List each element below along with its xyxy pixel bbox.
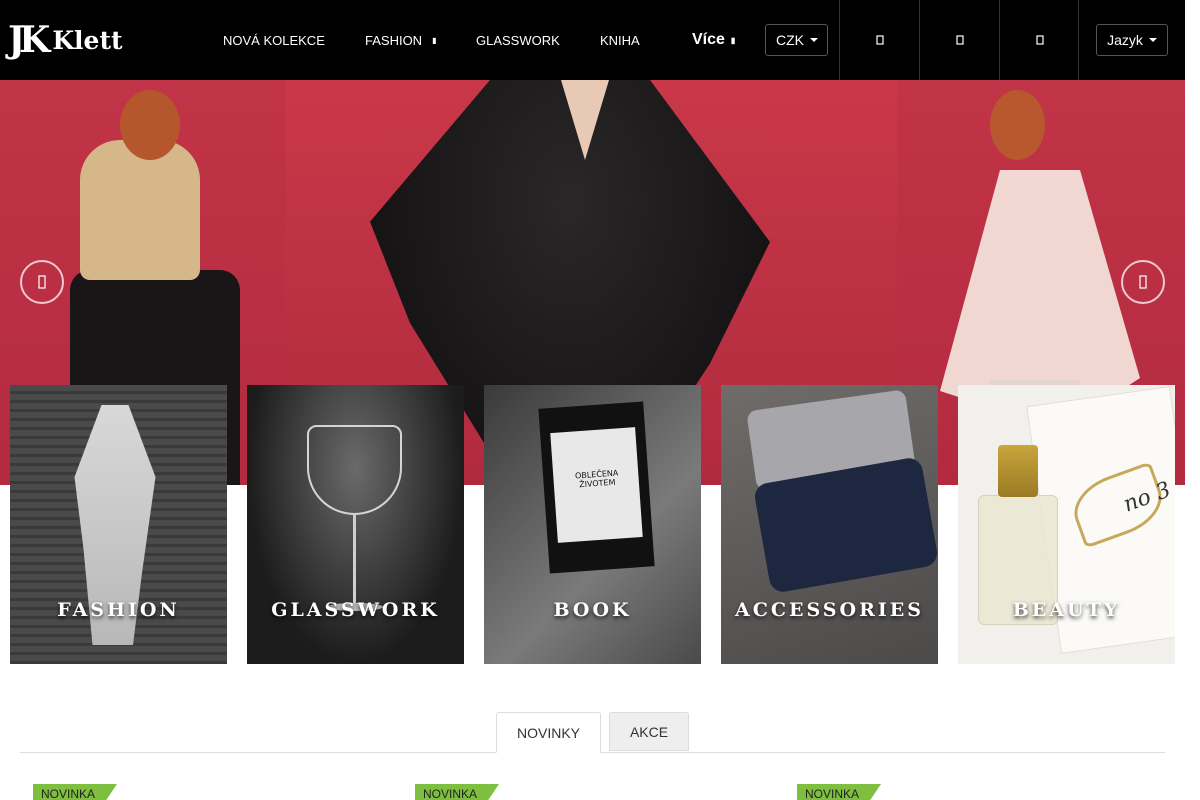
tab-novinky[interactable]: NOVINKY (496, 712, 601, 753)
logo-word: Klett (52, 25, 123, 55)
nav-item-kniha[interactable]: KNIHA (600, 0, 640, 80)
hero-model-left-hair (120, 90, 180, 160)
user-icon (955, 35, 964, 45)
hero-model-left-jacket (80, 140, 200, 280)
perfume-cap (998, 445, 1038, 497)
nav-more-dropdown[interactable]: Více ▮ (692, 0, 735, 80)
cart-icon (1035, 35, 1044, 45)
slider-prev-button[interactable] (20, 260, 64, 304)
tile-label: BOOK (553, 599, 632, 621)
cart-button[interactable] (999, 0, 1079, 80)
tab-label: NOVINKY (516, 724, 580, 741)
chevron-down-icon: ▮ (730, 35, 736, 45)
category-tile-beauty[interactable]: no 3 BEAUTY (958, 385, 1175, 664)
tab-akce[interactable]: AKCE (609, 712, 689, 751)
language-cell: Jazyk (1078, 0, 1185, 80)
novinka-badge: NOVINKA (797, 784, 882, 800)
tab-label: AKCE (629, 723, 669, 740)
search-button[interactable] (839, 0, 919, 80)
logo-mark: JK (8, 19, 50, 61)
language-value: Jazyk (1107, 32, 1143, 48)
novinka-badge: NOVINKA (415, 784, 500, 800)
nav-more-label: Více (692, 31, 725, 48)
chevron-right-icon (1139, 275, 1147, 289)
novinka-badge: NOVINKA (33, 784, 118, 800)
language-select[interactable]: Jazyk (1096, 24, 1168, 56)
site-header: JK Klett NOVÁ KOLEKCE FASHION ▮ GLASSWOR… (0, 0, 1185, 80)
tile-label: ACCESSORIES (735, 599, 924, 621)
tile-label: BEAUTY (1012, 599, 1121, 621)
hero-model-right-hair (990, 90, 1045, 160)
caret-down-icon (810, 38, 818, 42)
caret-down-icon (1148, 38, 1157, 42)
brand-logo[interactable]: JK Klett (8, 20, 138, 60)
currency-value: CZK (776, 32, 804, 48)
nav-item-label: KNIHA (600, 32, 640, 48)
nav-item-label: FASHION (365, 32, 423, 48)
category-tile-glasswork[interactable]: GLASSWORK (247, 385, 464, 664)
nav-item-label: NOVÁ KOLEKCE (223, 32, 325, 48)
currency-select[interactable]: CZK (765, 24, 828, 56)
nav-item-nova-kolekce[interactable]: NOVÁ KOLEKCE (223, 0, 325, 80)
chevron-left-icon (38, 275, 46, 289)
nav-item-label: GLASSWORK (476, 32, 560, 48)
search-icon (875, 35, 884, 45)
account-button[interactable] (919, 0, 999, 80)
wine-glass-stem (353, 515, 356, 605)
slider-next-button[interactable] (1121, 260, 1165, 304)
category-tile-fashion[interactable]: FASHION (10, 385, 227, 664)
chevron-down-icon: ▮ (432, 35, 437, 45)
nav-item-glasswork[interactable]: GLASSWORK (476, 0, 560, 80)
tile-label: FASHION (57, 599, 180, 621)
category-tile-book[interactable]: OBLEČENA ŽIVOTEM BOOK (484, 385, 701, 664)
tile-label: GLASSWORK (271, 599, 440, 621)
category-tile-accessories[interactable]: ACCESSORIES (721, 385, 938, 664)
nav-item-fashion[interactable]: FASHION ▮ (365, 0, 436, 80)
